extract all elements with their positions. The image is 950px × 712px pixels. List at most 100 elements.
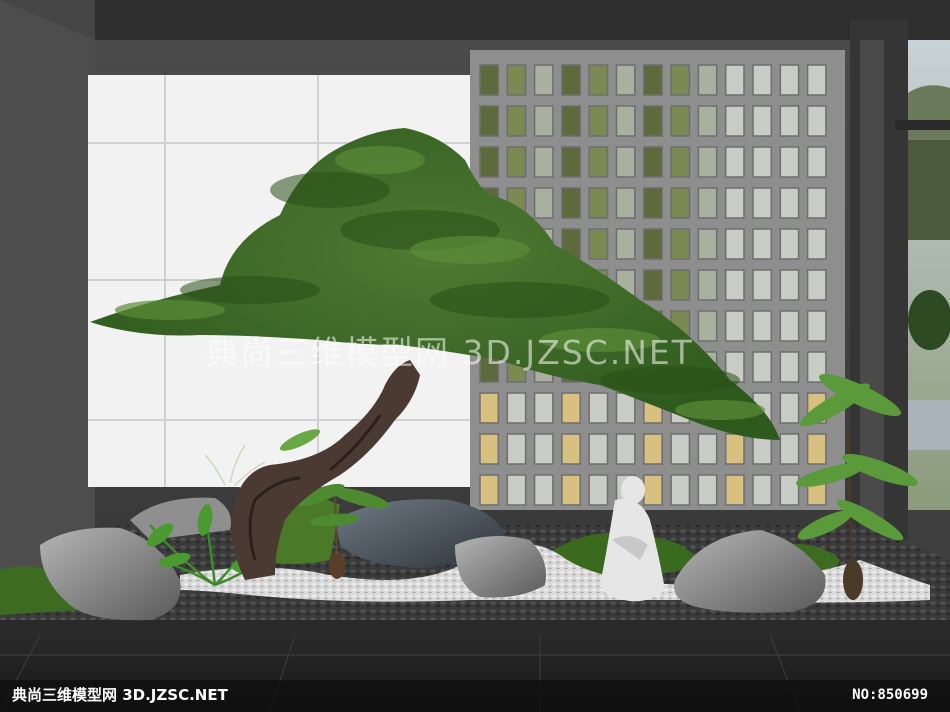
- breeze-block-opening: [752, 351, 773, 383]
- breeze-block-opening: [643, 228, 663, 260]
- breeze-block-opening: [615, 105, 636, 137]
- breeze-block-opening: [752, 310, 773, 342]
- breeze-block-opening: [670, 269, 691, 301]
- breeze-block-opening: [724, 433, 745, 465]
- breeze-block-opening: [643, 187, 663, 219]
- breeze-block-opening: [779, 392, 800, 424]
- breeze-block-opening: [752, 269, 773, 301]
- breeze-block-opening: [561, 146, 581, 178]
- breeze-block-opening: [806, 433, 827, 465]
- breeze-block-opening: [806, 310, 827, 342]
- breeze-block-opening: [752, 474, 773, 506]
- breeze-block-opening: [533, 64, 554, 96]
- breeze-block-opening: [670, 228, 691, 260]
- breeze-block-opening: [588, 187, 609, 219]
- breeze-block-opening: [615, 228, 636, 260]
- breeze-block-opening: [506, 474, 527, 506]
- breeze-block-opening: [533, 187, 554, 219]
- breeze-block-opening: [615, 392, 636, 424]
- breeze-block-opening: [752, 64, 773, 96]
- watermark-id: NO:850699: [852, 687, 928, 703]
- breeze-block-opening: [588, 228, 609, 260]
- breeze-block-opening: [615, 146, 636, 178]
- breeze-block-opening: [533, 474, 554, 506]
- rock-mid: [455, 536, 546, 598]
- breeze-block-opening: [670, 64, 691, 96]
- courtyard-render: 典尚三维模型网 3D.JZSC.NET 典尚三维模型网 3D.JZSC.NET …: [0, 0, 950, 712]
- breeze-block-opening: [533, 433, 554, 465]
- breeze-block-opening: [615, 64, 636, 96]
- breeze-block-opening: [615, 433, 636, 465]
- breeze-block-opening: [724, 187, 745, 219]
- breeze-block-opening: [724, 310, 745, 342]
- breeze-block-opening: [506, 392, 527, 424]
- breeze-block-opening: [697, 269, 718, 301]
- breeze-block-opening: [479, 392, 500, 424]
- breeze-block-opening: [806, 187, 827, 219]
- breeze-block-opening: [588, 64, 609, 96]
- breeze-block-opening: [724, 64, 745, 96]
- breeze-block-opening: [588, 146, 609, 178]
- breeze-block-opening: [533, 146, 554, 178]
- watermark-bottom-left: 典尚三维模型网 3D.JZSC.NET: [12, 686, 228, 704]
- breeze-block-opening: [779, 351, 800, 383]
- breeze-block-opening: [479, 433, 500, 465]
- breeze-block-opening: [752, 146, 773, 178]
- breeze-block-opening: [670, 474, 691, 506]
- breeze-block-opening: [697, 187, 718, 219]
- breeze-block-opening: [533, 105, 554, 137]
- breeze-block-opening: [588, 474, 609, 506]
- breeze-block-opening: [479, 64, 500, 96]
- breeze-block-opening: [779, 187, 800, 219]
- breeze-block-opening: [670, 187, 691, 219]
- breeze-block-opening: [697, 310, 718, 342]
- breeze-block-opening: [724, 146, 745, 178]
- breeze-block-opening: [779, 310, 800, 342]
- breeze-block-opening: [643, 64, 663, 96]
- breeze-block-opening: [697, 105, 718, 137]
- breeze-block-opening: [697, 228, 718, 260]
- breeze-block-opening: [670, 146, 691, 178]
- breeze-block-opening: [697, 146, 718, 178]
- breeze-block-opening: [643, 146, 663, 178]
- breeze-block-opening: [588, 105, 609, 137]
- breeze-block-opening: [752, 187, 773, 219]
- breeze-block-opening: [479, 105, 500, 137]
- breeze-block-opening: [779, 269, 800, 301]
- breeze-block-opening: [506, 64, 527, 96]
- breeze-block-opening: [779, 105, 800, 137]
- breeze-block-opening: [697, 64, 718, 96]
- breeze-block-opening: [479, 474, 500, 506]
- breeze-block-opening: [561, 392, 581, 424]
- breeze-block-opening: [588, 392, 609, 424]
- watermark-center: 典尚三维模型网 3D.JZSC.NET: [205, 333, 694, 372]
- breeze-block-opening: [806, 64, 827, 96]
- breeze-block-opening: [779, 146, 800, 178]
- breeze-block-opening: [752, 105, 773, 137]
- breeze-block-opening: [806, 228, 827, 260]
- breeze-block-opening: [724, 228, 745, 260]
- breeze-block-opening: [588, 433, 609, 465]
- breeze-block-opening: [506, 105, 527, 137]
- breeze-block-opening: [615, 187, 636, 219]
- breeze-block-opening: [643, 474, 663, 506]
- breeze-block-opening: [670, 105, 691, 137]
- breeze-block-opening: [779, 433, 800, 465]
- breeze-block-opening: [724, 269, 745, 301]
- breeze-block-opening: [479, 146, 500, 178]
- breeze-block-opening: [697, 433, 718, 465]
- breeze-block-opening: [806, 269, 827, 301]
- breeze-block-opening: [752, 228, 773, 260]
- breeze-block-opening: [561, 433, 581, 465]
- breeze-block-opening: [806, 105, 827, 137]
- breeze-block-opening: [806, 146, 827, 178]
- breeze-block-opening: [506, 146, 527, 178]
- breeze-block-opening: [533, 392, 554, 424]
- breeze-block-opening: [724, 105, 745, 137]
- breeze-block-opening: [561, 187, 581, 219]
- breeze-block-opening: [643, 433, 663, 465]
- breeze-block-opening: [670, 433, 691, 465]
- breeze-block-opening: [643, 105, 663, 137]
- breeze-block-opening: [779, 228, 800, 260]
- breeze-block-opening: [561, 105, 581, 137]
